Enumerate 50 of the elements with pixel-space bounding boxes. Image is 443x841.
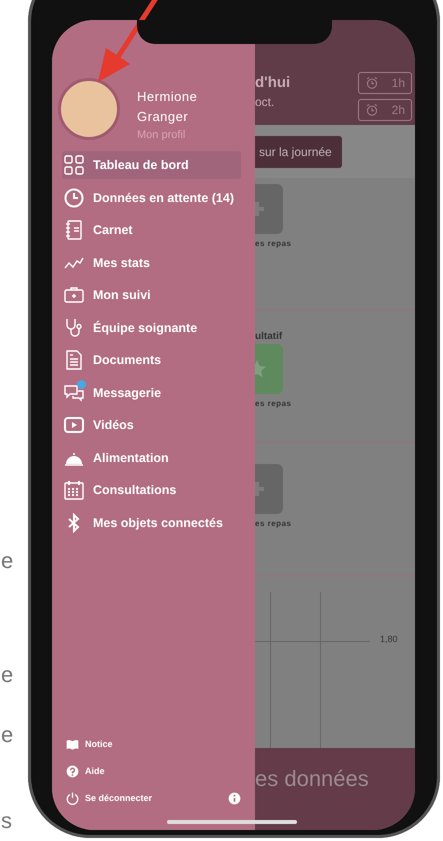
notebook-icon (64, 220, 84, 240)
chart-axis-label: 1,80 (380, 634, 398, 644)
menu-item[interactable]: Tableau de bord (62, 151, 241, 179)
menu-item[interactable]: Vidéos (62, 411, 241, 439)
menu-item[interactable]: Messagerie (62, 378, 241, 406)
tile-caption: es repas (255, 399, 292, 408)
menu-item[interactable]: Mon suivi (62, 281, 241, 309)
alarm-clock-icon (365, 103, 379, 117)
header-title: d'hui (255, 74, 290, 91)
text-fragment: s (1, 808, 12, 834)
alarm-button[interactable]: 1h (358, 72, 412, 94)
footer-link[interactable]: Notice (85, 739, 113, 749)
video-play-icon (64, 415, 84, 435)
clock-icon (64, 188, 84, 208)
help-icon (66, 764, 79, 778)
info-icon[interactable] (228, 792, 241, 804)
medical-kit-icon (64, 285, 84, 305)
tile-caption: es repas (255, 519, 292, 528)
power-icon (66, 792, 79, 804)
menu-item[interactable]: Équipe soignante (62, 314, 241, 342)
book-icon (66, 738, 79, 750)
stethoscope-icon (64, 318, 84, 338)
menu-item[interactable]: Mes objets connectés (62, 508, 241, 536)
text-fragment: e (1, 722, 14, 748)
menu-item[interactable]: Consultations (62, 476, 241, 504)
profile-first-name: Hermione (137, 88, 198, 106)
star-tile[interactable] (255, 344, 283, 394)
text-fragment: e (1, 662, 14, 688)
profile-last-name: Granger (137, 108, 190, 126)
menu-item[interactable]: Mes stats (62, 248, 241, 276)
menu-item[interactable]: Alimentation (62, 444, 241, 472)
header-date: oct. (255, 95, 276, 109)
add-tile[interactable] (255, 184, 283, 234)
grid-icon (64, 155, 84, 175)
tile-caption: es repas (255, 239, 292, 248)
footer-link[interactable]: Aide (85, 766, 105, 776)
text-fragment: e (1, 548, 14, 574)
day-button[interactable]: sur la journée (255, 136, 342, 168)
footer-link[interactable]: Se déconnecter (85, 793, 152, 803)
menu-item[interactable]: Carnet (62, 216, 241, 244)
chat-icon (64, 382, 84, 402)
menu-item[interactable]: Données en attente (14) (62, 184, 241, 212)
section-title: ultatif (255, 331, 284, 342)
add-tile[interactable] (255, 464, 283, 514)
bottom-button[interactable]: es données (255, 748, 415, 830)
calendar-icon (64, 480, 84, 500)
document-icon (64, 350, 84, 370)
menu-item[interactable]: Documents (62, 346, 241, 374)
alarm-button[interactable]: 2h (358, 99, 412, 121)
alarm-clock-icon (365, 76, 379, 90)
